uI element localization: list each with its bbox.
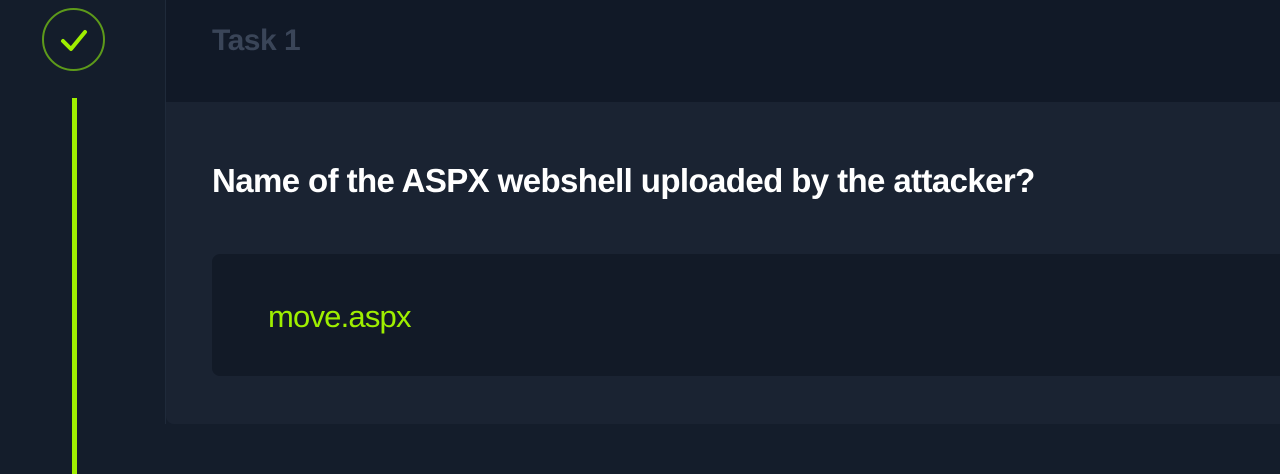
task-body: Name of the ASPX webshell uploaded by th…: [166, 102, 1280, 424]
task-header[interactable]: Task 1: [166, 0, 1280, 102]
checkmark-icon: [60, 29, 87, 51]
timeline-progress-line: [72, 98, 77, 474]
task-completed-indicator: [42, 8, 105, 71]
task-timeline: [0, 0, 165, 474]
answer-value: move.aspx: [268, 299, 412, 334]
task-card: Task 1 Name of the ASPX webshell uploade…: [165, 0, 1280, 424]
answer-field[interactable]: move.aspx: [212, 254, 1280, 376]
task-title: Task 1: [212, 24, 301, 57]
question-text: Name of the ASPX webshell uploaded by th…: [212, 162, 1035, 199]
